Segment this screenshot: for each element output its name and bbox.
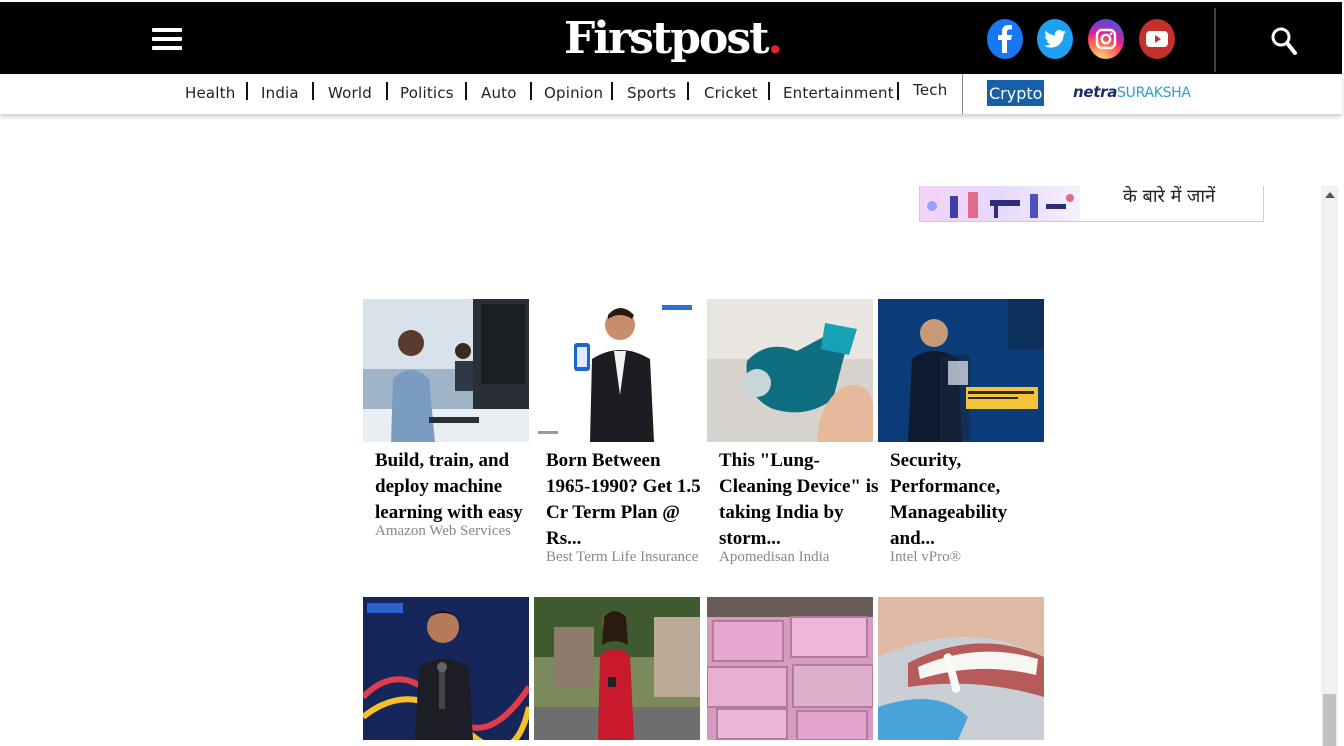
nav-separator	[768, 82, 770, 100]
netra-label: netra	[1073, 83, 1118, 101]
site-logo[interactable]: Firstpost.	[564, 12, 783, 66]
nav-separator	[530, 82, 532, 100]
nav-separator	[312, 82, 314, 100]
suraksha-label: SURAKSHA	[1117, 85, 1191, 101]
nav-separator	[897, 82, 899, 100]
top-header: Firstpost.	[0, 0, 1342, 74]
card-title[interactable]: Build, train, and deploy machine learnin…	[375, 448, 535, 526]
card-source: Best Term Life Insurance	[546, 549, 699, 565]
nav-sports[interactable]: Sports	[627, 80, 676, 106]
instagram-icon[interactable]	[1088, 19, 1124, 59]
nav-separator	[465, 82, 467, 100]
card-title[interactable]: Born Between 1965-1990? Get 1.5 Cr Term …	[546, 448, 706, 552]
sponsored-card[interactable]: Build, train, and deploy machine learnin…	[363, 299, 529, 540]
nav-tech[interactable]: Tech	[913, 77, 947, 103]
nav-crypto[interactable]: Crypto	[987, 80, 1045, 106]
sponsored-card[interactable]	[363, 597, 529, 740]
twitter-icon[interactable]	[1037, 19, 1073, 59]
card-source: Intel vPro®	[890, 549, 961, 565]
menu-icon[interactable]	[152, 28, 182, 50]
card-image-woman-red-dress	[534, 597, 700, 740]
nav-politics[interactable]: Politics	[400, 80, 454, 106]
sponsored-card[interactable]: Born Between 1965-1990? Get 1.5 Cr Term …	[534, 299, 701, 566]
sponsored-card[interactable]	[707, 597, 873, 740]
facebook-icon[interactable]	[987, 19, 1023, 59]
nav-entertainment[interactable]: Entertainment	[783, 80, 894, 106]
sponsored-card[interactable]: Security, Performance, Manageability and…	[878, 299, 1044, 566]
logo-text: Firstpost	[564, 13, 769, 64]
card-title[interactable]: This "Lung-Cleaning Device" is taking In…	[719, 448, 879, 552]
banner-illustration	[920, 186, 1080, 221]
logo-dot: .	[767, 13, 782, 64]
sponsored-card[interactable]: This "Lung-Cleaning Device" is taking In…	[707, 299, 878, 566]
card-image-term-plan	[534, 299, 700, 442]
nav-health[interactable]: Health	[185, 80, 235, 106]
card-image-intel-vpro	[878, 299, 1044, 442]
scroll-thumb[interactable]	[1323, 694, 1336, 746]
sponsored-card[interactable]	[878, 597, 1044, 740]
nav-auto[interactable]: Auto	[481, 80, 517, 106]
nav-separator	[611, 82, 613, 100]
banner-text: के बारे में जानें	[1123, 186, 1216, 207]
nav-cricket[interactable]: Cricket	[704, 80, 758, 106]
page-scrollbar[interactable]	[1321, 186, 1338, 746]
search-icon[interactable]	[1270, 26, 1298, 56]
card-image-lung-device	[707, 299, 873, 442]
card-source: Amazon Web Services	[375, 523, 511, 539]
card-image-currency-notes	[707, 597, 873, 740]
card-image-boy-speaker	[363, 597, 529, 740]
card-source: Apomedisan India	[719, 549, 830, 565]
scroll-up-arrow-icon[interactable]	[1325, 192, 1335, 198]
nav-separator	[687, 82, 689, 100]
ad-banner[interactable]: के बारे में जानें	[919, 186, 1264, 222]
nav-separator	[386, 82, 388, 100]
netra-suraksha-link[interactable]: netraSURAKSHA	[1073, 83, 1191, 101]
nav-world[interactable]: World	[328, 80, 372, 106]
header-divider	[1214, 8, 1216, 72]
card-title[interactable]: Security, Performance, Manageability and…	[890, 448, 1050, 552]
youtube-icon[interactable]	[1139, 19, 1175, 59]
card-image-dental-smile	[878, 597, 1044, 740]
nav-separator	[246, 82, 248, 100]
nav-india[interactable]: India	[261, 80, 299, 106]
card-image-ml-engineer	[363, 299, 529, 442]
sponsored-card[interactable]	[534, 597, 700, 740]
nav-separator	[962, 74, 963, 114]
nav-opinion[interactable]: Opinion	[544, 80, 603, 106]
